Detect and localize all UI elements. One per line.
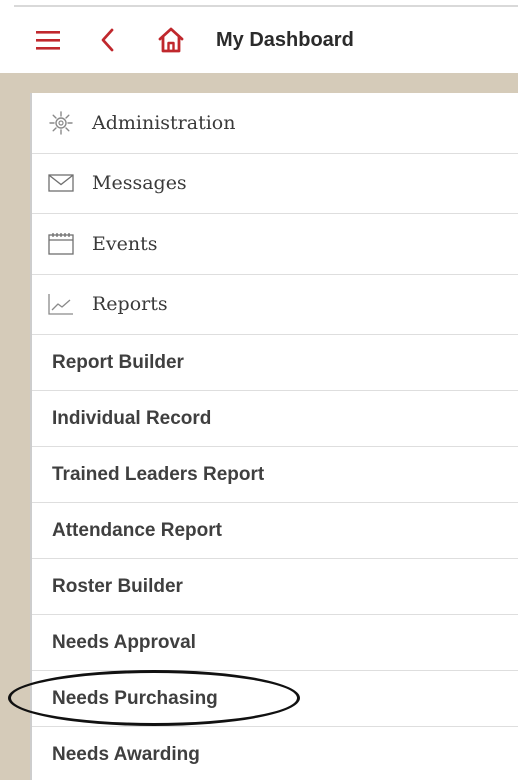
envelope-icon (48, 171, 78, 195)
home-button[interactable] (154, 7, 188, 73)
menu-item-reports[interactable]: Reports (32, 275, 518, 335)
chevron-left-icon (101, 28, 114, 52)
menu-item-needs-approval[interactable]: Needs Approval (32, 615, 518, 671)
menu-item-needs-purchasing[interactable]: Needs Purchasing (32, 671, 518, 727)
menu-button[interactable] (30, 7, 66, 73)
page-title: My Dashboard (216, 29, 354, 51)
menu-item-trained-leaders-report[interactable]: Trained Leaders Report (32, 447, 518, 503)
line-chart-icon (48, 292, 78, 316)
side-menu: Administration Messages Events Reports R… (30, 93, 518, 780)
menu-item-label: Administration (92, 111, 236, 134)
menu-item-needs-awarding[interactable]: Needs Awarding (32, 727, 518, 780)
menu-item-individual-record[interactable]: Individual Record (32, 391, 518, 447)
menu-item-roster-builder[interactable]: Roster Builder (32, 559, 518, 615)
menu-item-label: Events (92, 232, 158, 255)
menu-item-messages[interactable]: Messages (32, 154, 518, 214)
home-icon (158, 27, 184, 53)
calendar-icon (48, 232, 78, 256)
menu-item-administration[interactable]: Administration (32, 93, 518, 154)
menu-item-attendance-report[interactable]: Attendance Report (32, 503, 518, 559)
back-button[interactable] (96, 7, 120, 73)
app-header: My Dashboard (0, 7, 518, 73)
gear-icon (48, 111, 78, 135)
menu-item-report-builder[interactable]: Report Builder (32, 335, 518, 391)
menu-item-label: Messages (92, 172, 187, 195)
menu-item-label: Reports (92, 293, 168, 316)
hamburger-menu-icon (36, 31, 60, 50)
menu-item-events[interactable]: Events (32, 214, 518, 275)
